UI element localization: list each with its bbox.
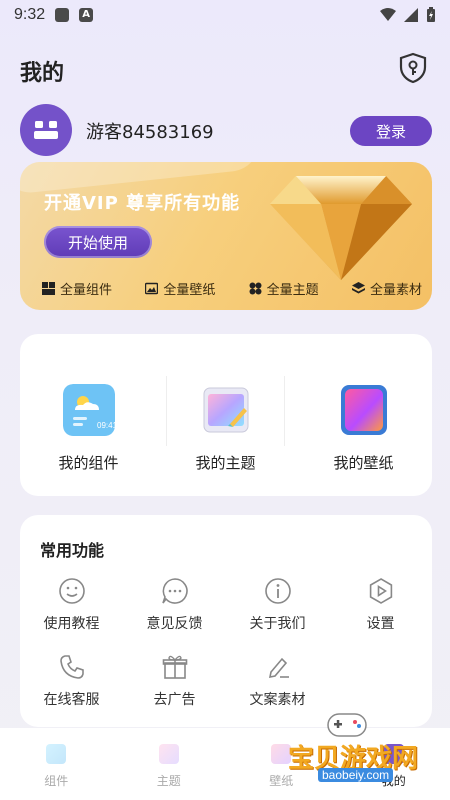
watermark-url: baobeiy.com bbox=[318, 768, 394, 782]
online-service-label: 在线客服 bbox=[43, 692, 100, 708]
shield-key-icon bbox=[399, 52, 427, 84]
page-title: 我的 bbox=[20, 61, 65, 86]
vip-feature: 全量壁纸 bbox=[145, 279, 215, 298]
login-button[interactable]: 登录 bbox=[350, 116, 432, 146]
my-widgets-label: 我的组件 bbox=[58, 454, 119, 472]
play-settings-icon bbox=[369, 578, 392, 604]
common-functions-title: 常用功能 bbox=[40, 541, 105, 560]
image-icon bbox=[145, 282, 159, 295]
layers-icon bbox=[351, 282, 365, 294]
vip-feature: 全量主题 bbox=[249, 279, 319, 298]
watermark: 宝贝游戏网 baobeiy.com bbox=[288, 708, 438, 788]
vip-feature-label: 全量主题 bbox=[266, 283, 319, 298]
tab-label: 组件 bbox=[44, 774, 69, 788]
my-wallpapers-label: 我的壁纸 bbox=[333, 454, 394, 472]
widgets-tab-icon bbox=[46, 744, 67, 764]
settings-button[interactable]: 设置 bbox=[329, 577, 432, 647]
battery-icon bbox=[427, 7, 435, 22]
chat-icon bbox=[161, 578, 188, 604]
feedback-button[interactable]: 意见反馈 bbox=[123, 577, 226, 647]
vip-feature: 全量素材 bbox=[351, 279, 422, 298]
my-themes-label: 我的主题 bbox=[195, 454, 256, 472]
vip-feature: 全量组件 bbox=[42, 279, 112, 298]
profile-row: 游客84583169 登录 bbox=[20, 104, 432, 158]
widget-icon bbox=[42, 282, 55, 295]
gift-icon bbox=[162, 655, 187, 679]
svg-text:09:41: 09:41 bbox=[97, 421, 115, 430]
tab-label: 主题 bbox=[156, 774, 181, 788]
avatar-icon bbox=[34, 121, 58, 139]
diamond-icon bbox=[270, 176, 412, 280]
avatar[interactable] bbox=[20, 104, 72, 156]
weather-widget-icon: 09:41 bbox=[62, 384, 115, 436]
vip-card[interactable]: 开通VIP 尊享所有功能 开始使用 全量组件 全量壁纸 全量主题 全量素材 bbox=[20, 162, 432, 310]
vip-title: 开通VIP 尊享所有功能 bbox=[44, 193, 241, 214]
theme-icon bbox=[249, 282, 262, 295]
tab-widgets[interactable]: 组件 bbox=[0, 728, 113, 800]
remove-ads-button[interactable]: 去广告 bbox=[123, 653, 226, 723]
vip-feature-label: 全量组件 bbox=[60, 283, 113, 298]
tutorial-label: 使用教程 bbox=[43, 616, 100, 632]
tab-themes[interactable]: 主题 bbox=[113, 728, 226, 800]
vip-feature-list: 全量组件 全量壁纸 全量主题 全量素材 bbox=[42, 279, 422, 298]
privacy-shield-button[interactable] bbox=[398, 52, 428, 84]
phone-wallpaper-icon bbox=[340, 385, 387, 435]
tutorial-button[interactable]: 使用教程 bbox=[20, 577, 123, 647]
online-service-button[interactable]: 在线客服 bbox=[20, 653, 123, 723]
info-icon bbox=[264, 578, 291, 604]
a-status-icon: A bbox=[79, 8, 94, 22]
settings-label: 设置 bbox=[366, 616, 395, 632]
smile-icon bbox=[58, 578, 85, 604]
vip-start-button[interactable]: 开始使用 bbox=[44, 226, 152, 258]
common-functions-card: 常用功能 使用教程 意见反馈 关于我们 设置 在线客服 去广告 文案素材 bbox=[20, 515, 432, 727]
wifi-icon bbox=[380, 8, 396, 21]
status-bar: 9:32 A bbox=[0, 0, 450, 30]
gamepad-logo bbox=[327, 713, 367, 737]
paint-theme-icon bbox=[203, 387, 248, 433]
username: 游客84583169 bbox=[86, 122, 214, 143]
about-us-button[interactable]: 关于我们 bbox=[226, 577, 329, 647]
my-content-card: 09:41 我的组件 我的主题 我的壁纸 bbox=[20, 334, 432, 496]
my-themes-button[interactable]: 我的主题 bbox=[157, 334, 294, 496]
vip-feature-label: 全量壁纸 bbox=[163, 283, 216, 298]
signal-icon bbox=[404, 8, 418, 22]
my-widgets-button[interactable]: 09:41 我的组件 bbox=[20, 334, 157, 496]
about-us-label: 关于我们 bbox=[249, 616, 306, 632]
vip-feature-label: 全量素材 bbox=[369, 283, 422, 298]
phone-icon bbox=[59, 655, 84, 679]
themes-tab-icon bbox=[158, 744, 179, 764]
remove-ads-label: 去广告 bbox=[153, 692, 196, 708]
divider bbox=[284, 376, 285, 446]
copywriting-label: 文案素材 bbox=[249, 692, 306, 708]
feedback-label: 意见反馈 bbox=[146, 616, 203, 632]
status-time: 9:32 bbox=[14, 6, 46, 23]
my-wallpapers-button[interactable]: 我的壁纸 bbox=[295, 334, 432, 496]
notification-icon bbox=[55, 8, 70, 22]
pen-icon bbox=[268, 657, 289, 679]
